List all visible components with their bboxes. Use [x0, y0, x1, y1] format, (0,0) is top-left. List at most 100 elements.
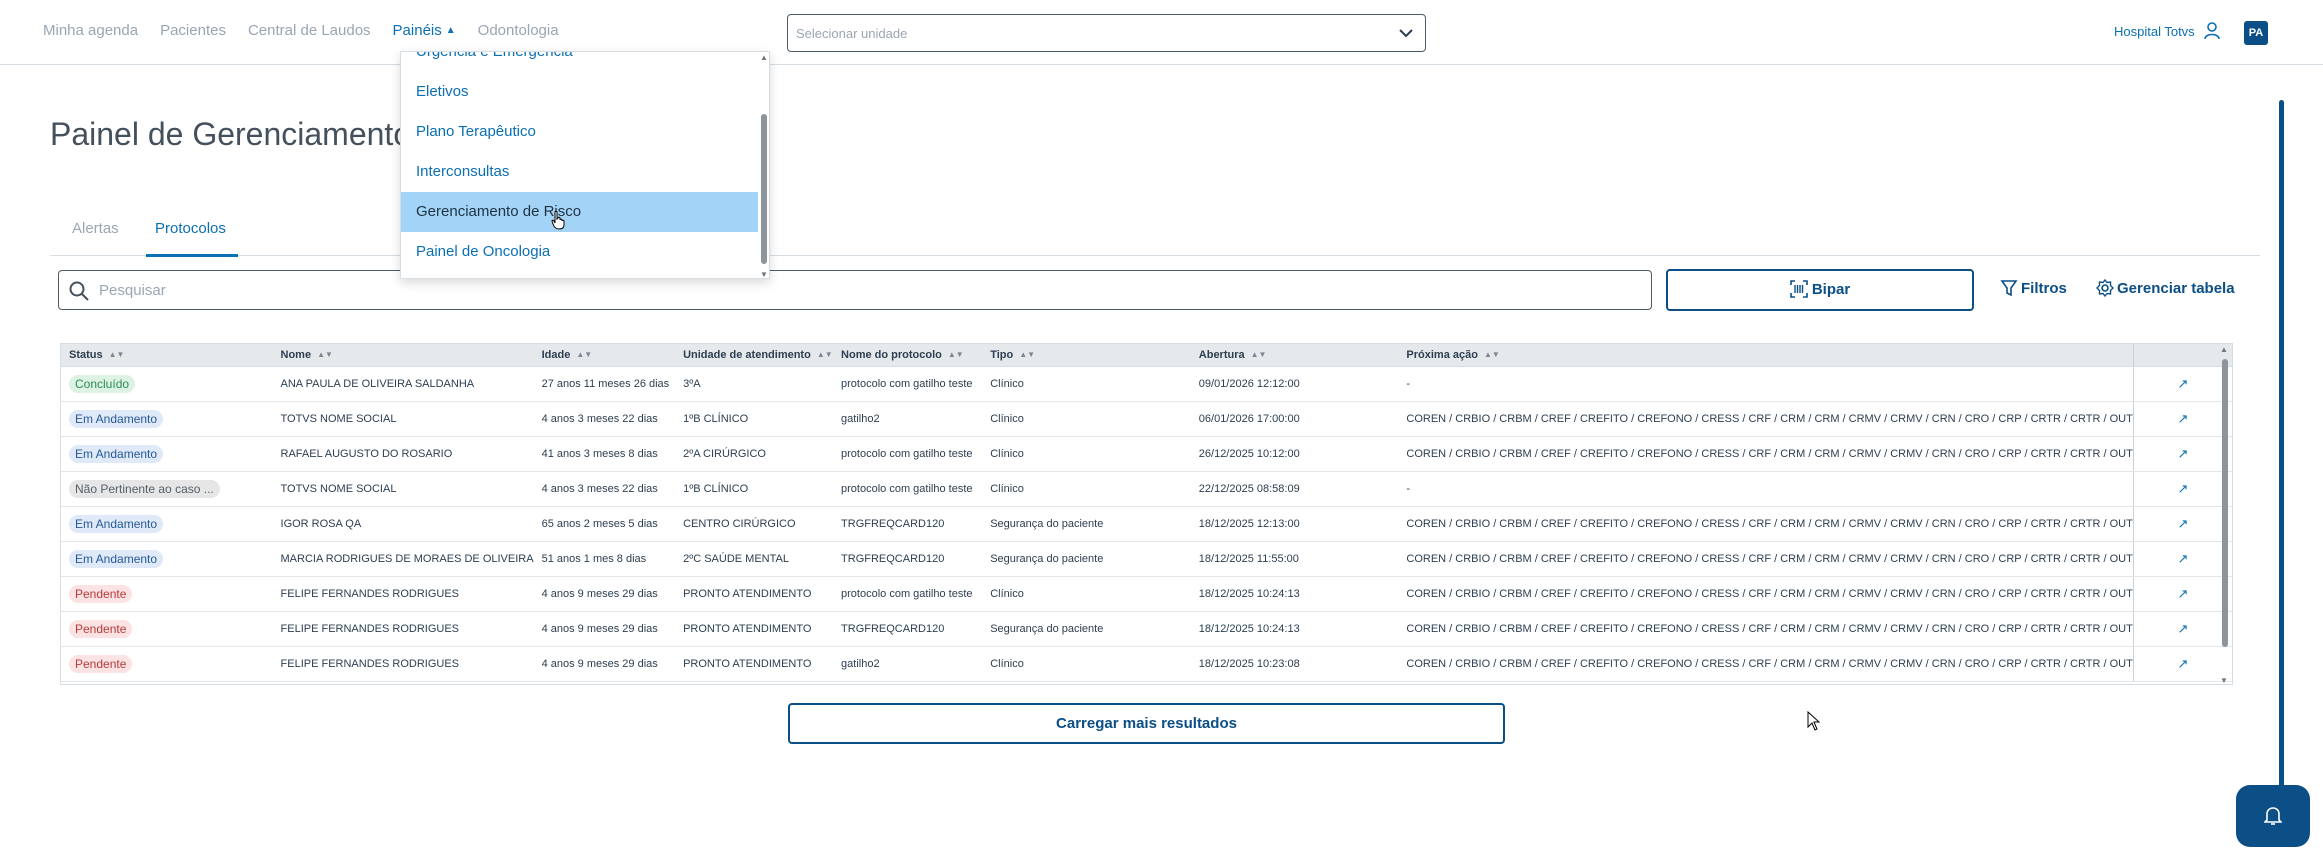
action-cell: ↗ [2132, 611, 2232, 647]
arrow-up-right-icon[interactable]: ↗ [2177, 656, 2188, 671]
cell-nome: MARCIA RODRIGUES DE MORAES DE OLIVEIRA [272, 541, 534, 577]
hospital-name[interactable]: Hospital Totvs [2114, 24, 2195, 39]
nav-item-central-de-laudos[interactable]: Central de Laudos [248, 22, 371, 39]
cell-tipo: Segurança do paciente [982, 506, 1191, 542]
cell-idade: 65 anos 2 meses 5 dias [533, 506, 676, 542]
column-header-status[interactable]: Status ▲▼ [61, 344, 273, 367]
nav-item-paineis[interactable]: Painéis ▲ [393, 22, 456, 39]
nav-item-odontologia[interactable]: Odontologia [478, 22, 559, 39]
protocols-table: Status ▲▼ Nome ▲▼ Idade ▲▼ Unidade de atend… [60, 343, 2233, 685]
nav-item-pacientes[interactable]: Pacientes [160, 22, 226, 39]
sort-icon[interactable]: ▲▼ [1484, 350, 1500, 359]
menu-item-interconsultas[interactable]: Interconsultas [401, 152, 758, 192]
table-scrollbar[interactable]: ▲ ▼ [2220, 345, 2230, 685]
action-cell: ↗ [2132, 541, 2232, 577]
arrow-up-right-icon[interactable]: ↗ [2177, 411, 2188, 426]
table-row[interactable]: Pendente FELIPE FERNANDES RODRIGUES 4 anos… [61, 611, 2232, 647]
menu-item-painel-de-oncologia[interactable]: Painel de Oncologia [401, 232, 758, 272]
sort-icon[interactable]: ▲▼ [317, 350, 333, 359]
barcode-icon [1790, 280, 1808, 298]
arrow-up-right-icon[interactable]: ↗ [2177, 481, 2188, 496]
mouse-cursor-icon [1807, 711, 1821, 731]
dropdown-scrollbar-thumb[interactable] [761, 114, 767, 264]
gerenciar-tabela-button[interactable]: Gerenciar tabela [2096, 278, 2235, 298]
cell-tipo: Clínico [982, 366, 1191, 402]
cell-abertura: 09/01/2026 12:12:00 [1190, 366, 1399, 402]
table-row[interactable]: Pendente FELIPE FERNANDES RODRIGUES 4 anos… [61, 576, 2232, 612]
arrow-up-right-icon[interactable]: ↗ [2177, 621, 2188, 636]
cell-abertura: 22/12/2025 08:58:09 [1190, 471, 1399, 507]
table-row[interactable]: Em Andamento MARCIA RODRIGUES DE MORAES D… [61, 541, 2232, 577]
menu-item-eletivos[interactable]: Eletivos [401, 72, 758, 112]
sort-icon[interactable]: ▲▼ [576, 350, 592, 359]
cell-idade: 27 anos 11 meses 26 dias [533, 366, 676, 402]
menu-item-plano-terapeutico[interactable]: Plano Terapêutico [401, 112, 758, 152]
cell-tipo: Clínico [982, 471, 1191, 507]
table-row[interactable]: Em Andamento TOTVS NOME SOCIAL 4 anos 3 me… [61, 401, 2232, 437]
column-header-nome[interactable]: Nome ▲▼ [272, 344, 534, 367]
arrow-up-right-icon[interactable]: ↗ [2177, 376, 2188, 391]
notifications-button[interactable] [2236, 785, 2310, 847]
scroll-down-icon[interactable]: ▼ [2220, 676, 2228, 685]
column-header-unidade[interactable]: Unidade de atendimento ▲▼ [675, 344, 834, 367]
tab-protocolos[interactable]: Protocolos [155, 220, 226, 237]
user-icon[interactable] [2202, 21, 2222, 41]
active-tab-indicator [146, 254, 238, 257]
cell-abertura: 18/12/2025 12:13:00 [1190, 506, 1399, 542]
table-row[interactable]: Pendente FELIPE FERNANDES RODRIGUES 4 anos… [61, 646, 2232, 682]
cell-proxima: COREN / CRBIO / CRBM / CREF / CREFITO / … [1398, 401, 2134, 437]
search-input[interactable] [99, 279, 1599, 301]
nav-item-minha-agenda[interactable]: Minha agenda [43, 22, 138, 39]
cell-unidade: 1ºB CLÍNICO [675, 471, 834, 507]
load-more-button[interactable]: Carregar mais resultados [788, 703, 1505, 744]
status-badge: Em Andamento [69, 514, 164, 533]
cell-nome: FELIPE FERNANDES RODRIGUES [272, 646, 534, 682]
tab-alertas[interactable]: Alertas [72, 220, 119, 237]
cell-protocolo: TRGFREQCARD120 [833, 611, 983, 647]
menu-item-gerenciamento-de-risco[interactable]: Gerenciamento de Risco [401, 192, 758, 232]
column-header-idade[interactable]: Idade ▲▼ [533, 344, 676, 367]
table-row[interactable]: Não Pertinente ao caso ... TOTVS NOME SOC… [61, 471, 2232, 507]
sort-icon[interactable]: ▲▼ [817, 350, 833, 359]
table-row[interactable]: Em Andamento RAFAEL AUGUSTO DO ROSARIO 41 … [61, 436, 2232, 472]
cell-tipo: Clínico [982, 401, 1191, 437]
cell-unidade: 1ºB CLÍNICO [675, 401, 834, 437]
arrow-up-right-icon[interactable]: ↗ [2177, 551, 2188, 566]
scroll-up-icon[interactable]: ▲ [2220, 345, 2228, 354]
action-cell: ↗ [2132, 366, 2232, 402]
column-header-protocolo[interactable]: Nome do protocolo ▲▼ [833, 344, 983, 367]
table-scrollbar-thumb[interactable] [2222, 359, 2228, 647]
arrow-up-right-icon[interactable]: ↗ [2177, 516, 2188, 531]
bipar-button[interactable]: Bipar [1666, 269, 1974, 311]
avatar[interactable]: PA [2244, 21, 2268, 45]
cell-proxima: COREN / CRBIO / CRBM / CREF / CREFITO / … [1398, 576, 2134, 612]
sort-icon[interactable]: ▲▼ [109, 350, 125, 359]
chevron-down-icon [1399, 29, 1413, 38]
arrow-up-right-icon[interactable]: ↗ [2177, 586, 2188, 601]
arrow-up-right-icon[interactable]: ↗ [2177, 446, 2188, 461]
table-row[interactable]: Concluído ANA PAULA DE OLIVEIRA SALDANHA 2… [61, 366, 2232, 402]
cell-abertura: 18/12/2025 10:23:08 [1190, 646, 1399, 682]
sort-icon[interactable]: ▲▼ [1251, 350, 1267, 359]
menu-item-urgencia-emergencia[interactable]: Urgência e Emergência [401, 52, 758, 72]
scroll-down-icon[interactable]: ▼ [760, 270, 768, 278]
scroll-up-icon[interactable]: ▲ [760, 53, 768, 62]
status-cell: Em Andamento [61, 401, 273, 437]
page-scrollbar[interactable] [2279, 100, 2284, 800]
table-row[interactable]: Em Andamento IGOR ROSA QA 65 anos 2 meses … [61, 506, 2232, 542]
unit-select[interactable]: Selecionar unidade [787, 14, 1426, 52]
column-header-abertura[interactable]: Abertura ▲▼ [1190, 344, 1399, 367]
cell-proxima: - [1398, 366, 2134, 402]
column-header-proxima-acao[interactable]: Próxima ação ▲▼ [1398, 344, 2134, 367]
cell-protocolo: gatilho2 [833, 646, 983, 682]
column-header-tipo[interactable]: Tipo ▲▼ [982, 344, 1191, 367]
status-badge: Pendente [69, 654, 133, 673]
status-cell: Pendente [61, 646, 273, 682]
filtros-button[interactable]: Filtros [2000, 279, 2067, 297]
dropdown-scrollbar[interactable]: ▲ ▼ [758, 52, 769, 278]
action-cell: ↗ [2132, 401, 2232, 437]
sort-icon[interactable]: ▲▼ [1019, 350, 1035, 359]
cell-idade: 51 anos 1 mes 8 dias [533, 541, 676, 577]
sort-icon[interactable]: ▲▼ [948, 350, 964, 359]
cell-abertura: 26/12/2025 10:12:00 [1190, 436, 1399, 472]
